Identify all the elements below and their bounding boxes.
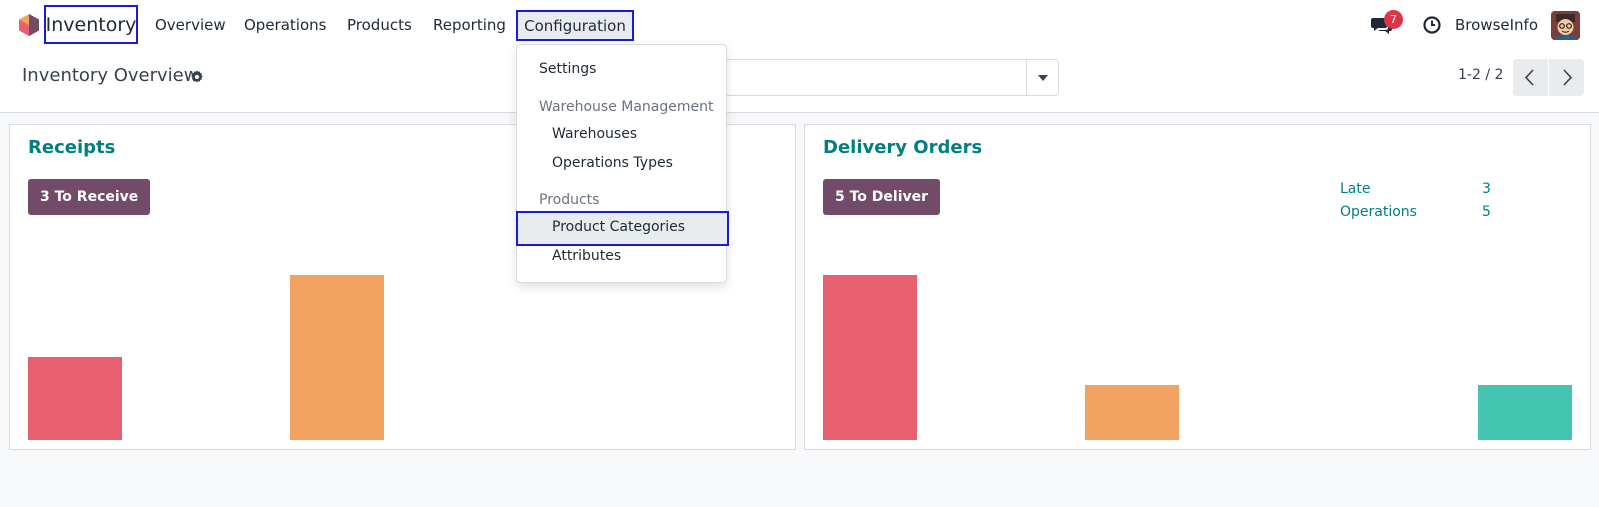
menu-attributes[interactable]: Attributes [552, 248, 621, 264]
pager-next-button[interactable] [1549, 59, 1584, 96]
section-products: Products [539, 192, 600, 208]
clock-icon[interactable] [1422, 15, 1442, 35]
menu-products[interactable]: Products [347, 12, 412, 38]
menu-reporting[interactable]: Reporting [433, 12, 506, 38]
menu-operations-types[interactable]: Operations Types [552, 155, 673, 171]
menu-overview[interactable]: Overview [155, 12, 226, 38]
user-avatar[interactable] [1551, 11, 1580, 40]
app-name[interactable]: Inventory [44, 5, 138, 44]
delivery-orders-card: Delivery Orders 5 To Deliver Late 3 Oper… [804, 124, 1591, 450]
chevron-right-icon [1563, 69, 1573, 86]
operations-count[interactable]: 5 [1482, 204, 1491, 220]
to-deliver-button[interactable]: 5 To Deliver [823, 179, 941, 215]
top-navbar: Inventory Overview Operations Products R… [0, 0, 1599, 50]
company-switcher[interactable]: BrowseInfo [1455, 12, 1538, 38]
search-input[interactable] [720, 59, 1026, 96]
pager-previous-button[interactable] [1513, 59, 1548, 96]
operations-label[interactable]: Operations [1340, 204, 1417, 220]
delivery-bar-3[interactable] [1478, 385, 1572, 440]
search-options-toggle[interactable] [1026, 59, 1059, 96]
configuration-dropdown: Settings Warehouse Management Warehouses… [516, 44, 729, 283]
menu-operations[interactable]: Operations [244, 12, 326, 38]
pager-value: 1-2 / 2 [1458, 67, 1504, 83]
menu-settings[interactable]: Settings [539, 61, 596, 77]
page-title[interactable]: Inventory Overview [22, 65, 198, 86]
delivery-title[interactable]: Delivery Orders [823, 137, 982, 158]
section-warehouse-management: Warehouse Management [539, 99, 714, 115]
receipts-title[interactable]: Receipts [28, 137, 115, 158]
menu-product-categories[interactable]: Product Categories [552, 219, 685, 235]
delivery-bar-1[interactable] [823, 275, 917, 440]
gear-icon[interactable] [190, 70, 204, 84]
chevron-left-icon [1524, 69, 1534, 86]
receipts-bar-1[interactable] [28, 357, 122, 440]
late-label[interactable]: Late [1340, 181, 1370, 197]
menu-warehouses[interactable]: Warehouses [552, 126, 637, 142]
delivery-bar-2[interactable] [1085, 385, 1179, 440]
to-receive-button[interactable]: 3 To Receive [28, 179, 151, 215]
receipts-bar-2[interactable] [290, 275, 384, 440]
messages-count-badge: 7 [1384, 10, 1403, 29]
control-panel: Inventory Overview 1-2 / 2 [0, 50, 1599, 113]
inventory-app-icon[interactable] [17, 13, 41, 37]
late-count[interactable]: 3 [1482, 181, 1491, 197]
menu-configuration[interactable]: Configuration [516, 10, 634, 41]
